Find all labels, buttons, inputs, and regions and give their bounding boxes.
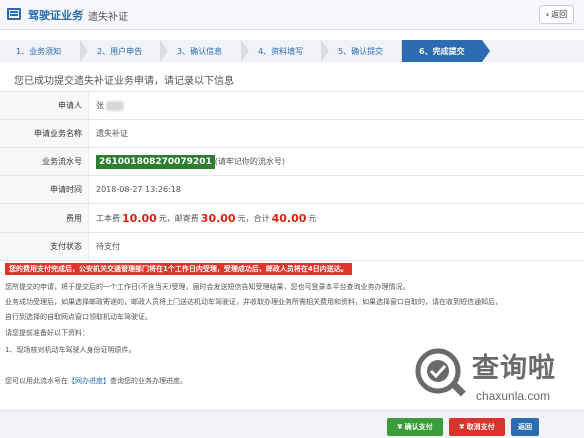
serial-label: 业务流水号 — [0, 148, 89, 175]
back-button[interactable]: ‹ 返回 — [539, 5, 574, 24]
back-footer-button[interactable]: 返回 — [511, 418, 539, 436]
step-label: 5、确认提交 — [338, 46, 384, 56]
postage-label: ，邮寄费 — [166, 213, 199, 223]
table-row: 费用 工本费 10.00 元 ，邮寄费 30.00 元 ，合计 40.00 元 — [0, 204, 584, 233]
payment-label: 支付状态 — [0, 233, 89, 260]
confirm-pay-button[interactable]: ¥ 确认支付 — [387, 418, 443, 436]
step-5: 5、确认提交 — [322, 40, 409, 62]
chevron-left-icon: ‹ — [545, 10, 550, 19]
step-label: 3、确认信息 — [177, 46, 223, 56]
info-paragraph: 1、现场核对机动车驾驶人身份证明原件。 — [5, 346, 136, 354]
step-6: 6、完成提交 — [402, 40, 490, 62]
watermark-logo: 查询啦 chaxunla.com — [412, 345, 582, 407]
step-1: 1、业务须知 — [0, 40, 88, 62]
info-table: 申请人 张 申请业务名称 遗失补证 业务流水号 2610018082700792… — [0, 91, 584, 261]
step-4: 4、资料填写 — [242, 40, 329, 62]
breadcrumb-separator: / — [80, 8, 84, 19]
time-label: 申请时间 — [0, 176, 89, 203]
cost-value: 10.00 — [122, 211, 157, 225]
total-label: ，合计 — [245, 213, 270, 223]
progress-link[interactable]: 【网办进度】 — [68, 377, 110, 385]
top-bar: 驾驶证业务 / 遗失补证 ‹ 返回 — [0, 0, 584, 30]
applicant-label: 申请人 — [0, 92, 89, 119]
applicant-value: 张 — [96, 101, 104, 110]
step-label: 2、用户申告 — [97, 46, 143, 56]
list-icon — [7, 8, 21, 20]
total-value: 40.00 — [271, 211, 307, 225]
cost-label: 工本费 — [96, 213, 120, 223]
info-paragraph: 您所提交的申请，将于提交后的一个工作日(不含当天)受理，届时会发送短信告知受理结… — [5, 283, 410, 291]
step-label: 6、完成提交 — [419, 46, 465, 56]
serial-number: 261001808270079201 — [96, 154, 215, 169]
query-text: 您可以用此流水号在【网办进度】查询您的业务办理进度。 — [5, 376, 187, 386]
table-row: 申请业务名称 遗失补证 — [0, 120, 584, 148]
footer-bar: ¥ 确认支付 ¥ 取消支付 返回 — [0, 410, 584, 438]
magnifier-logo-icon — [415, 348, 466, 397]
watermark-url: chaxunla.com — [476, 389, 551, 403]
watermark-text: 查询啦 — [472, 353, 556, 384]
time-value: 2018-08-27 13:26:18 — [96, 185, 181, 194]
table-row: 支付状态 待支付 — [0, 233, 584, 261]
postage-unit: 元 — [237, 213, 246, 223]
fee-label: 费用 — [0, 204, 89, 232]
table-row: 申请人 张 — [0, 92, 584, 120]
table-row: 业务流水号 261001808270079201 (请牢记你的流水号) — [0, 148, 584, 176]
business-label: 申请业务名称 — [0, 120, 89, 147]
page-title: 您已成功提交遗失补证业务申请，请记录以下信息 — [14, 76, 234, 87]
payment-value: 待支付 — [96, 242, 120, 251]
progress-steps: 1、业务须知 2、用户申告 3、确认信息 4、资料填写 5、确认提交 6、完成提… — [0, 40, 584, 62]
query-prefix: 您可以用此流水号在 — [5, 377, 68, 385]
cost-unit: 元 — [158, 213, 167, 223]
cancel-pay-button[interactable]: ¥ 取消支付 — [449, 418, 505, 436]
step-label: 4、资料填写 — [258, 46, 304, 56]
back-button-label: 返回 — [551, 10, 568, 19]
info-paragraph: 请您提前准备好以下资料： — [5, 329, 89, 337]
serial-hint: (请牢记你的流水号) — [214, 157, 285, 166]
info-paragraph: 业务成功受理后，如果选择邮政寄递的，邮政人员将上门送达机动车驾驶证，并收取办理业… — [5, 298, 502, 306]
total-unit: 元 — [308, 213, 317, 223]
step-2: 2、用户申告 — [81, 40, 168, 62]
breadcrumb-root[interactable]: 驾驶证业务 — [28, 7, 83, 23]
step-label: 1、业务须知 — [16, 46, 62, 56]
step-3: 3、确认信息 — [161, 40, 249, 62]
postage-value: 30.00 — [200, 211, 236, 225]
query-suffix: 查询您的业务办理进度。 — [110, 377, 187, 385]
payment-notice: 您的费用支付完成后，公安机关交通管理部门将在1个工作日内受理，受理成功后，邮政人… — [5, 263, 352, 275]
business-value: 遗失补证 — [96, 129, 128, 138]
info-paragraph: 自行到选择的自取网点窗口领取机动车驾驶证。 — [5, 313, 152, 321]
table-row: 申请时间 2018-08-27 13:26:18 — [0, 176, 584, 204]
breadcrumb-current: 遗失补证 — [88, 12, 128, 23]
redacted-mask — [106, 100, 124, 111]
